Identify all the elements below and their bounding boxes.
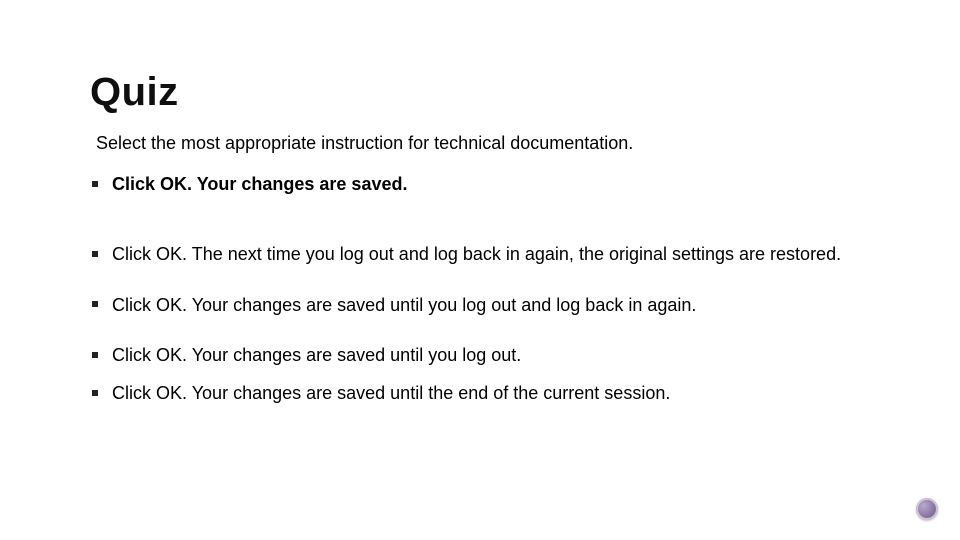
- slide-title: Quiz: [90, 70, 870, 115]
- quiz-options: Click OK. Your changes are saved. Click …: [90, 172, 870, 405]
- quiz-option[interactable]: Click OK. Your changes are saved until y…: [90, 343, 870, 367]
- option-text: . The next time you log out and log back…: [182, 244, 841, 264]
- quiz-option[interactable]: Click OK. Your changes are saved until t…: [90, 381, 870, 405]
- option-text: . Your changes are saved.: [187, 174, 407, 194]
- sphere-icon: [916, 498, 938, 520]
- quiz-prompt: Select the most appropriate instruction …: [96, 133, 870, 154]
- option-prefix: Click OK: [112, 345, 182, 365]
- quiz-option[interactable]: Click OK. Your changes are saved.: [90, 172, 870, 196]
- quiz-option[interactable]: Click OK. The next time you log out and …: [90, 242, 870, 266]
- slide: Quiz Select the most appropriate instruc…: [0, 0, 960, 540]
- option-prefix: Click OK: [112, 295, 182, 315]
- quiz-option[interactable]: Click OK. Your changes are saved until y…: [90, 293, 870, 317]
- option-prefix: Click OK: [112, 244, 182, 264]
- option-text: . Your changes are saved until the end o…: [182, 383, 670, 403]
- option-text: . Your changes are saved until you log o…: [182, 345, 521, 365]
- option-prefix: Click OK: [112, 174, 187, 194]
- option-prefix: Click OK: [112, 383, 182, 403]
- option-text: . Your changes are saved until you log o…: [182, 295, 696, 315]
